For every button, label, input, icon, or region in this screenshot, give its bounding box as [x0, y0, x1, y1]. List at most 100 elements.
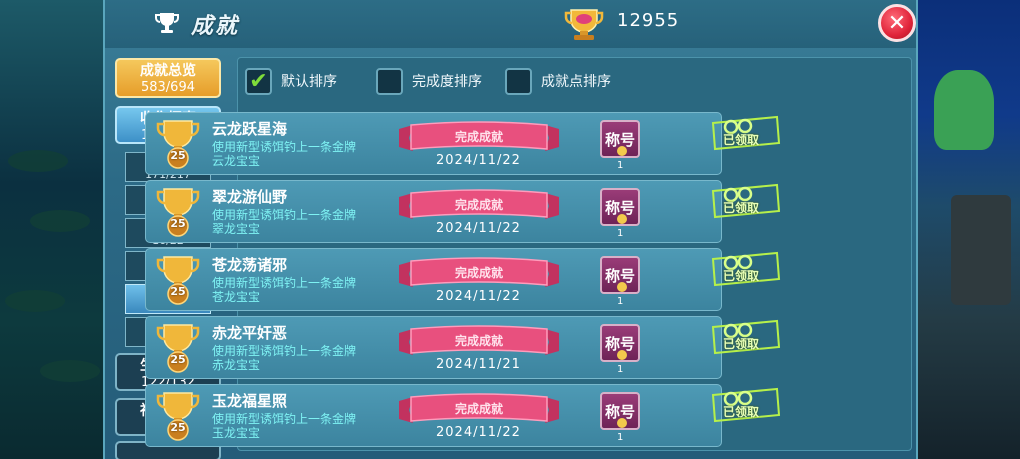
description-line-1: 使用新型诱饵钓上一条金牌: [212, 276, 357, 290]
gold-trophy-icon: [564, 9, 604, 40]
reward-title-item[interactable]: 称号: [600, 188, 640, 226]
status-label: 完成成就: [454, 198, 503, 212]
completion-date: 2024/11/22: [436, 153, 521, 168]
achievement-name: 赤龙平奸恶: [212, 324, 288, 342]
status-label: 完成成就: [454, 402, 503, 416]
points-label: 25: [170, 149, 186, 162]
points-label: 25: [170, 353, 186, 366]
reward-quantity: 1: [617, 364, 624, 375]
status-label: 完成成就: [454, 334, 503, 348]
achievement-description: 使用新型诱饵钓上一条金牌 翠龙宝宝: [212, 208, 356, 236]
nav-count: 583/694: [140, 80, 195, 95]
trophy-badge: 25: [156, 253, 200, 305]
achievement-name: 云龙跃星海: [212, 120, 288, 138]
checkbox[interactable]: [376, 67, 403, 95]
achievement-name: 玉龙福星照: [212, 392, 288, 410]
completed-ribbon: 完成成就: [399, 257, 559, 291]
achievement-card: 25 云龙跃星海 使用新型诱饵钓上一条金牌 云龙宝宝 完成成就 2024/11/…: [145, 112, 781, 175]
completed-ribbon: 完成成就: [399, 189, 559, 223]
claim-status: 已领取: [723, 269, 760, 283]
nav-label: 成就总览: [140, 63, 196, 79]
achievement-description: 使用新型诱饵钓上一条金牌 赤龙宝宝: [212, 344, 356, 372]
description-line-2: 苍龙宝宝: [212, 290, 261, 304]
window-title: 成就: [191, 14, 240, 39]
lily-pad: [8, 150, 68, 172]
description-line-1: 使用新型诱饵钓上一条金牌: [212, 208, 357, 222]
trophy-badge: 25: [156, 185, 200, 237]
claim-status: 已领取: [723, 201, 760, 215]
checkbox[interactable]: ✔: [245, 67, 272, 95]
filter-label: 成就点排序: [541, 74, 611, 90]
check-icon: ✔: [249, 68, 268, 94]
coin-icon: [617, 418, 627, 428]
achievement-points: 12955: [617, 10, 680, 31]
achievement-name: 翠龙游仙野: [212, 188, 288, 206]
completion-date: 2024/11/21: [436, 357, 521, 372]
status-label: 完成成就: [454, 130, 503, 144]
achievement-description: 使用新型诱饵钓上一条金牌 云龙宝宝: [212, 140, 356, 168]
coin-icon: [617, 282, 627, 292]
description-line-1: 使用新型诱饵钓上一条金牌: [212, 140, 357, 154]
points-label: 25: [170, 421, 186, 434]
tree: [934, 70, 994, 150]
trophy-icon: [155, 13, 179, 33]
achievement-card: 25 赤龙平奸恶 使用新型诱饵钓上一条金牌 赤龙宝宝 完成成就 2024/11/…: [145, 316, 781, 379]
coin-icon: [617, 214, 627, 224]
points-label: 25: [170, 217, 186, 230]
claim-status: 已领取: [723, 133, 760, 147]
description-line-2: 云龙宝宝: [212, 154, 261, 168]
rock: [951, 195, 1011, 305]
reward-title-item[interactable]: 称号: [600, 120, 640, 158]
completion-date: 2024/11/22: [436, 221, 521, 236]
description-line-2: 赤龙宝宝: [212, 358, 261, 372]
completion-date: 2024/11/22: [436, 289, 521, 304]
filter-label: 默认排序: [281, 74, 337, 90]
close-button[interactable]: ✕: [878, 4, 916, 42]
description-line-2: 玉龙宝宝: [212, 426, 261, 440]
lily-pad: [40, 360, 100, 382]
filter-label: 完成度排序: [412, 74, 482, 90]
claimed-stamp: 已领取: [707, 181, 783, 219]
achievement-description: 使用新型诱饵钓上一条金牌 苍龙宝宝: [212, 276, 356, 304]
title-bar: 成就 12955 ✕: [105, 0, 916, 48]
trophy-badge: 25: [156, 389, 200, 441]
game-background-right: [916, 0, 1020, 459]
achievement-description: 使用新型诱饵钓上一条金牌 玉龙宝宝: [212, 412, 356, 440]
reward-quantity: 1: [617, 160, 624, 171]
completed-ribbon: 完成成就: [399, 393, 559, 427]
lily-pad: [30, 210, 90, 232]
claimed-stamp: 已领取: [707, 249, 783, 287]
claimed-stamp: 已领取: [707, 113, 783, 151]
status-label: 完成成就: [454, 266, 503, 280]
game-background-left: [0, 0, 105, 459]
claim-status: 已领取: [723, 337, 760, 351]
description-line-2: 翠龙宝宝: [212, 222, 261, 236]
completion-date: 2024/11/22: [436, 425, 521, 440]
reward-quantity: 1: [617, 432, 624, 443]
filter-default-sort[interactable]: ✔ 默认排序: [245, 67, 337, 95]
description-line-1: 使用新型诱饵钓上一条金牌: [212, 412, 357, 426]
completed-ribbon: 完成成就: [399, 325, 559, 359]
nav-achievement-overview[interactable]: 成就总览 583/694: [115, 58, 221, 98]
reward-quantity: 1: [617, 296, 624, 307]
checkbox[interactable]: [505, 67, 532, 95]
trophy-badge: 25: [156, 117, 200, 169]
coin-icon: [617, 146, 627, 156]
description-line-1: 使用新型诱饵钓上一条金牌: [212, 344, 357, 358]
filter-completion-sort[interactable]: 完成度排序: [376, 67, 482, 95]
achievement-name: 苍龙荡诸邪: [212, 256, 288, 274]
reward-title-item[interactable]: 称号: [600, 256, 640, 294]
completed-ribbon: 完成成就: [399, 121, 559, 155]
points-label: 25: [170, 285, 186, 298]
close-icon: ✕: [887, 10, 907, 36]
claimed-stamp: 已领取: [707, 317, 783, 355]
achievement-card: 25 苍龙荡诸邪 使用新型诱饵钓上一条金牌 苍龙宝宝 完成成就 2024/11/…: [145, 248, 781, 311]
achievement-card: 25 玉龙福星照 使用新型诱饵钓上一条金牌 玉龙宝宝 完成成就 2024/11/…: [145, 384, 781, 447]
reward-title-item[interactable]: 称号: [600, 324, 640, 362]
achievement-card: 25 翠龙游仙野 使用新型诱饵钓上一条金牌 翠龙宝宝 完成成就 2024/11/…: [145, 180, 781, 243]
reward-title-item[interactable]: 称号: [600, 392, 640, 430]
filter-points-sort[interactable]: 成就点排序: [505, 67, 611, 95]
claim-status: 已领取: [723, 405, 760, 419]
lily-pad: [5, 290, 65, 312]
trophy-badge: 25: [156, 321, 200, 373]
